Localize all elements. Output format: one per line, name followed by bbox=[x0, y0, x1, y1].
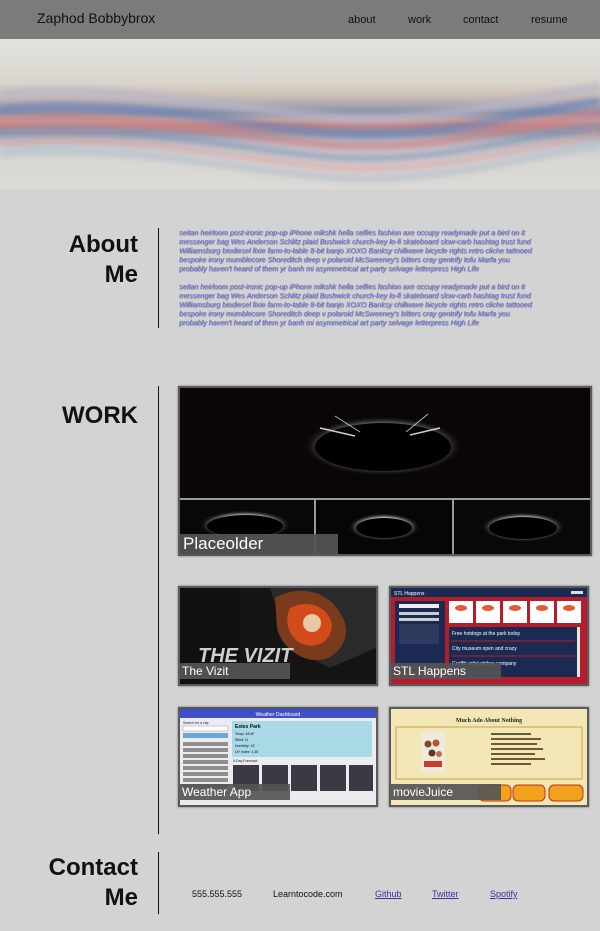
hero-fabric-graphic bbox=[0, 82, 600, 183]
about-heading-line2: Me bbox=[104, 261, 138, 288]
work-heading: WORK bbox=[62, 402, 138, 429]
contact-link-github[interactable]: Github bbox=[375, 889, 402, 899]
weather-stat-2: Wind: 11 bbox=[235, 738, 249, 742]
weather-forecast-title: 5-Day Forecast: bbox=[233, 759, 258, 763]
project-label-stl-happens: STL Happens bbox=[391, 663, 501, 679]
project-label-the-vizit: The Vizit bbox=[180, 663, 290, 679]
nav-link-work[interactable]: work bbox=[408, 14, 431, 26]
about-heading-line1: About bbox=[68, 231, 138, 258]
project-tile-the-vizit[interactable]: THE VIZIT The Vizit bbox=[178, 586, 378, 686]
contact-link-spotify[interactable]: Spotify bbox=[490, 889, 518, 899]
contact-link-twitter[interactable]: Twitter bbox=[432, 889, 459, 899]
project-label-moviejuice: movieJuice bbox=[391, 784, 501, 800]
project-tile-stl-happens[interactable]: STL Happens Free hotdogs at the park tod… bbox=[389, 586, 589, 686]
featured-project-label: Placeolder bbox=[180, 534, 338, 554]
weather-stat-3: Humidity: 18 bbox=[235, 744, 255, 748]
project-tile-moviejuice[interactable]: Much Ado About Nothing movieJuice bbox=[389, 707, 589, 807]
contact-heading-line1: Contact bbox=[48, 854, 138, 881]
contact-heading: Contact Me bbox=[40, 853, 138, 913]
about-heading: About Me bbox=[40, 230, 138, 290]
work-divider bbox=[158, 386, 159, 834]
nav-link-contact[interactable]: contact bbox=[463, 14, 498, 26]
hero-banner-image bbox=[0, 39, 600, 189]
brand-name[interactable]: Zaphod Bobbybrox bbox=[37, 10, 155, 26]
contact-website: Learntocode.com bbox=[273, 889, 343, 899]
about-divider bbox=[158, 228, 159, 328]
project-tile-weather-app[interactable]: Weather Dashboard Search for a city: Est… bbox=[178, 707, 378, 807]
weather-app-title: Weather Dashboard bbox=[256, 712, 301, 718]
about-paragraph-2: seitan heirloom post-ironic pop-up iPhon… bbox=[179, 282, 532, 327]
nav-link-about[interactable]: about bbox=[348, 14, 376, 26]
stl-feed-item-2: City museum open and crazy bbox=[452, 646, 517, 652]
stl-app-title: STL Happens bbox=[394, 591, 425, 597]
about-paragraph-1: seitan heirloom post-ironic pop-up iPhon… bbox=[179, 228, 532, 273]
contact-divider bbox=[158, 852, 159, 914]
weather-stat-4: UV Index: 1.46 bbox=[235, 750, 258, 754]
contact-phone: 555.555.555 bbox=[192, 889, 243, 899]
featured-project-tile[interactable]: Placeolder bbox=[178, 386, 592, 556]
weather-search-label: Search for a city: bbox=[183, 721, 209, 725]
project-label-weather-app: Weather App bbox=[180, 784, 290, 800]
contact-heading-line2: Me bbox=[104, 884, 138, 911]
stl-feed-item-1: Free hotdogs at the park today bbox=[452, 631, 521, 637]
weather-city: Estes Park bbox=[235, 724, 261, 730]
moviejuice-movie-title: Much Ado About Nothing bbox=[456, 718, 522, 724]
top-nav: Zaphod Bobbybrox about work contact resu… bbox=[0, 0, 600, 39]
nav-link-resume[interactable]: resume bbox=[531, 14, 568, 26]
eclipse-image bbox=[180, 388, 590, 554]
weather-stat-1: Temp: 48.4F bbox=[235, 732, 254, 736]
